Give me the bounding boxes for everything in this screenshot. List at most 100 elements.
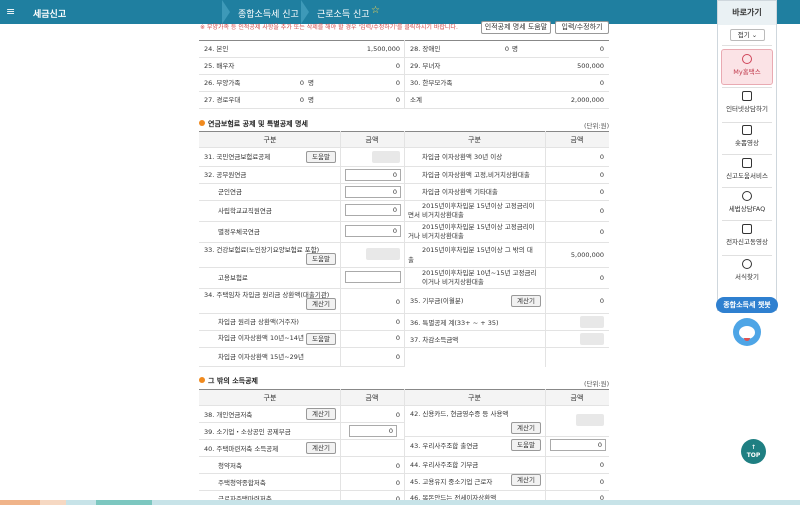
other-section-title: 그 밖의 소득공제: [208, 377, 258, 385]
housing-loan-calc-button[interactable]: 계산기: [306, 298, 336, 310]
health-insurance-amount: [366, 248, 400, 260]
self-amount: 1,500,000: [366, 45, 400, 53]
personal-deduction-guide-button[interactable]: 인적공제 명세 도움말: [481, 21, 551, 34]
chatbot-button[interactable]: 종합소득세 챗봇: [716, 297, 778, 313]
civil-pension-input[interactable]: 0: [345, 169, 401, 181]
column-header: 구분: [468, 394, 481, 402]
donation-calc-button[interactable]: 계산기: [511, 295, 541, 307]
subtotal-label: 소계: [410, 96, 422, 104]
hamburger-icon[interactable]: ≡: [6, 5, 15, 18]
disabled-label: 28. 장애인: [410, 45, 441, 53]
self-label: 24. 본인: [204, 45, 229, 53]
loan-2015-b-label: 2015년이후차입분 15년이상 고정금리이: [422, 223, 535, 231]
interest-other-amount: 0: [599, 188, 604, 196]
loan-2015-c-label-2: 출: [408, 256, 414, 264]
post-office-pension-input[interactable]: 0: [345, 225, 401, 237]
national-pension-amount: [372, 151, 400, 163]
chatbot-mascot-icon[interactable]: [733, 318, 761, 346]
civil-pension-label: 32. 공무원연금: [204, 171, 247, 179]
e-filing-video-link[interactable]: 전자신고동영상: [718, 224, 776, 254]
disabled-count: 0: [504, 45, 509, 53]
loan-2015-c-amount: 5,000,000: [570, 251, 604, 259]
dependents-label: 26. 부양가족: [204, 79, 241, 87]
interest-30-label: 차입금 이자상환액 30년 이상: [422, 153, 503, 161]
video-icon: [742, 224, 752, 234]
principal-repay-resident-amount: 0: [395, 318, 400, 326]
book-icon: [742, 158, 752, 168]
form-search-link[interactable]: 서식찾기: [718, 259, 776, 287]
chat-icon: [742, 191, 752, 201]
esop-help-button[interactable]: 도움말: [511, 439, 541, 451]
loan-2015-b-label-2: 거나 비거치상환대출: [408, 232, 464, 240]
filing-help-link[interactable]: 신고도움서비스: [718, 158, 776, 186]
breadcrumb-income-tax[interactable]: 종합소득세 신고: [238, 7, 299, 20]
short-video-link[interactable]: 숏폼영상: [718, 125, 776, 153]
senior-amount: 0: [395, 96, 400, 104]
column-header: 금액: [365, 136, 379, 144]
subtotal-amount: 2,000,000: [570, 96, 604, 104]
special-deduction-total-amount: [580, 316, 604, 328]
star-icon[interactable]: ☆: [371, 5, 380, 16]
pension-section-title: 연금보험료 공제 및 특별공제 명세: [208, 120, 308, 128]
esop-contribution-input[interactable]: 0: [550, 439, 606, 451]
column-header: 구분: [263, 136, 277, 144]
private-school-pension-input[interactable]: 0: [345, 204, 401, 216]
net-income-label: 37. 차감소득금액: [410, 336, 459, 344]
national-pension-label: 31. 국민연금보험료공제: [204, 153, 271, 161]
health-insurance-label: 33. 건강보험료(노인장기요양보험료 포함): [204, 246, 320, 254]
interest-fixed-amount: 0: [599, 171, 604, 179]
housing-loan-amount: 0: [395, 298, 400, 306]
housing-subscription-label: 주택청약종합저축: [218, 479, 266, 487]
breadcrumb-earned-income[interactable]: 근로소득 신고: [317, 7, 370, 20]
esop-contribution-label: 43. 우리사주조합 출연금: [410, 442, 479, 450]
online-consult-link[interactable]: 인터넷상담하기: [718, 91, 776, 121]
private-school-pension-label: 사립학교교직원연금: [218, 207, 272, 215]
employment-insurance-input[interactable]: [345, 271, 401, 283]
small-business-input[interactable]: 0: [349, 425, 397, 437]
spouse-amount: 0: [395, 62, 400, 70]
interest-10-14-help-button[interactable]: 도움말: [306, 333, 336, 345]
edit-button[interactable]: 입력/수정하기: [555, 21, 609, 34]
national-pension-help-button[interactable]: 도움말: [306, 151, 336, 163]
single-parent-amount: 0: [599, 79, 604, 87]
scroll-top-button[interactable]: ↑ TOP: [741, 439, 766, 464]
esop-donation-label: 44. 우리사주조합 기부금: [410, 461, 479, 469]
single-parent-label: 30. 한부모가족: [410, 79, 453, 87]
fold-button[interactable]: 접기 ⌄: [730, 29, 765, 41]
laptop-icon: [742, 91, 752, 101]
health-insurance-help-button[interactable]: 도움말: [306, 253, 336, 265]
military-pension-input[interactable]: 0: [345, 186, 401, 198]
loan-2015-c-label: 2015년이후차입분 15년이상 그 밖의 대: [422, 246, 533, 254]
loan-2015-d-amount: 0: [599, 274, 604, 282]
principal-repay-resident-label: 차입금 원리금 상환액(거주자): [218, 318, 299, 326]
my-hometax-link[interactable]: My홈택스: [721, 49, 773, 85]
top-bar: ≡ 세금신고 종합소득세 신고 근로소득 신고 ☆: [0, 0, 800, 24]
column-header: 구분: [468, 136, 481, 144]
bottom-progress-bar: [0, 500, 800, 505]
tax-faq-link[interactable]: 세법상담FAQ: [718, 191, 776, 219]
app-title[interactable]: 세금신고: [33, 7, 66, 20]
column-header: 금액: [570, 394, 584, 402]
woman-householder-amount: 500,000: [577, 62, 604, 70]
employment-retention-label: 45. 고용유지 중소기업 근로자: [410, 478, 493, 486]
section-bullet-icon: [199, 120, 205, 126]
credit-card-calc-button[interactable]: 계산기: [511, 422, 541, 434]
spouse-label: 25. 배우자: [204, 62, 235, 70]
loan-2015-b-amount: 0: [599, 228, 604, 236]
shortcut-panel: 바로가기 접기 ⌄ My홈택스 인터넷상담하기 숏폼영상 신고도움서비스 세법상…: [717, 0, 777, 311]
esop-donation-amount: 0: [599, 461, 604, 469]
pension-unit: (단위:원): [584, 122, 610, 130]
subscription-savings-label: 청약저축: [218, 462, 242, 470]
other-unit: (단위:원): [584, 380, 610, 388]
employment-retention-calc-button[interactable]: 계산기: [511, 474, 541, 486]
dependents-unit: 명: [308, 79, 314, 87]
column-header: 금액: [570, 136, 584, 144]
column-header: 금액: [365, 394, 379, 402]
housing-savings-calc-button[interactable]: 계산기: [306, 442, 336, 454]
employment-retention-amount: 0: [599, 478, 604, 486]
personal-pension-calc-button[interactable]: 계산기: [306, 408, 336, 420]
woman-householder-label: 29. 부녀자: [410, 62, 441, 70]
interest-other-label: 차입금 이자상환액 기타대출: [422, 188, 498, 196]
interest-15-29-amount: 0: [395, 353, 400, 361]
senior-label: 27. 경로우대: [204, 96, 241, 104]
